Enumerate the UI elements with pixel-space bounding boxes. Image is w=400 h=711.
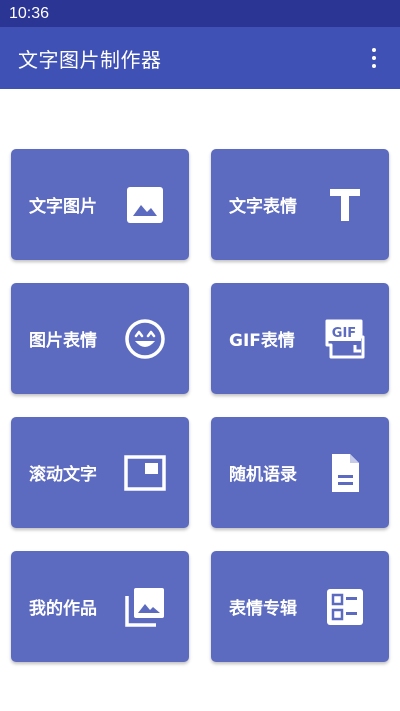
card-text-image[interactable]: 文字图片 <box>11 149 189 260</box>
scroll-frame-icon <box>123 451 167 495</box>
card-label: 随机语录 <box>229 465 297 485</box>
card-image-emoji[interactable]: 图片表情 <box>11 283 189 394</box>
card-gif-emoji[interactable]: GIF表情 GIF <box>211 283 389 394</box>
image-icon <box>123 183 167 227</box>
smiley-icon <box>123 317 167 361</box>
document-icon <box>323 451 367 495</box>
card-random-quote[interactable]: 随机语录 <box>211 417 389 528</box>
card-scrolling-text[interactable]: 滚动文字 <box>11 417 189 528</box>
card-label: 文字图片 <box>29 197 97 217</box>
photo-library-icon <box>123 585 167 629</box>
gif-icon-text: GIF <box>332 326 356 341</box>
card-label: 滚动文字 <box>29 465 97 485</box>
card-label: GIF表情 <box>229 331 295 351</box>
card-label: 图片表情 <box>29 331 97 351</box>
card-label: 文字表情 <box>229 197 297 217</box>
card-emoji-album[interactable]: 表情专辑 <box>211 551 389 662</box>
album-list-icon <box>323 585 367 629</box>
card-my-works[interactable]: 我的作品 <box>11 551 189 662</box>
card-text-emoji[interactable]: 文字表情 <box>211 149 389 260</box>
card-label: 表情专辑 <box>229 599 297 619</box>
card-label: 我的作品 <box>29 599 97 619</box>
feature-grid: 文字图片 文字表情 图片表情 GIF表情 GIF 滚动文字 随机语录 我的作品 … <box>0 0 400 711</box>
text-t-icon <box>323 183 367 227</box>
gif-icon: GIF <box>323 317 367 361</box>
